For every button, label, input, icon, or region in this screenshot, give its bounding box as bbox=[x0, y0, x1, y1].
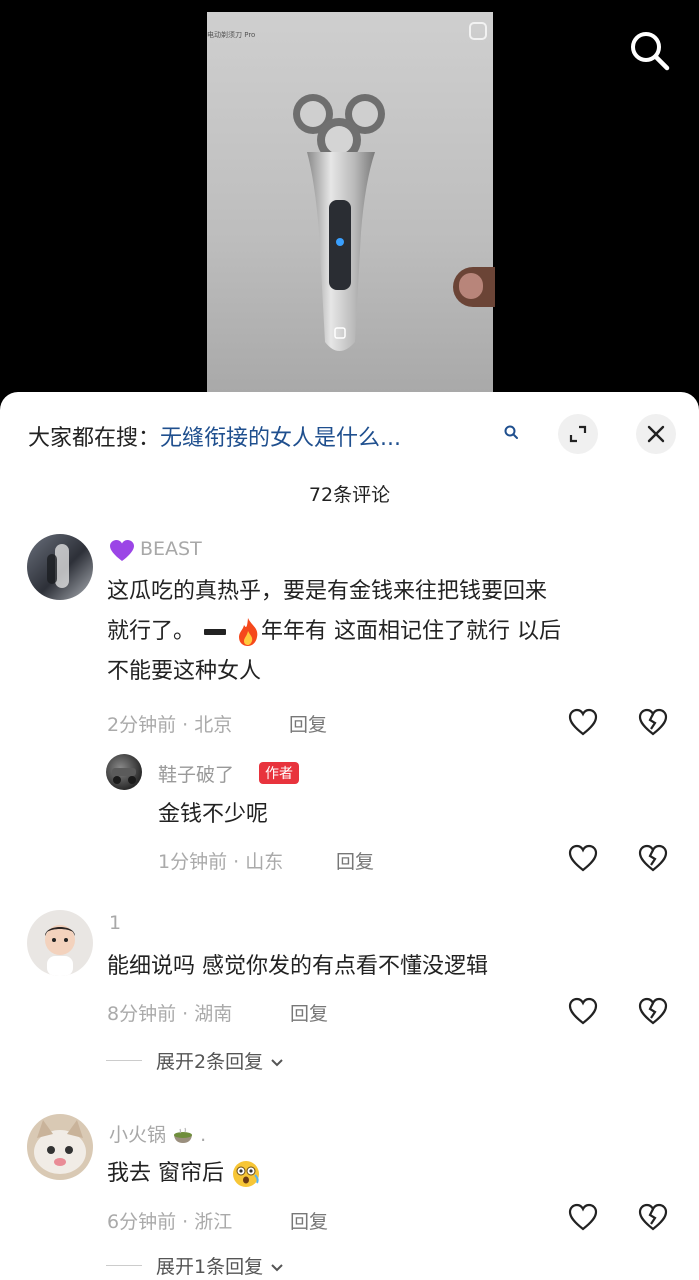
commenter-name[interactable]: 1 bbox=[109, 912, 121, 934]
video-frame: 电动剃须刀 Pro bbox=[207, 12, 495, 392]
reply-button[interactable]: 回复 bbox=[290, 1207, 328, 1234]
broken-heart-icon[interactable] bbox=[638, 1203, 668, 1231]
video-caption: 电动剃须刀 Pro bbox=[207, 31, 256, 39]
hand-thumb-image bbox=[453, 267, 495, 307]
expand-sheet-button[interactable] bbox=[558, 414, 598, 454]
commenter-name[interactable]: 小火锅 . bbox=[109, 1120, 206, 1147]
reply-button[interactable]: 回复 bbox=[289, 710, 327, 737]
hot-search-term[interactable]: 无缝衔接的女人是什么... bbox=[160, 426, 401, 451]
search-button[interactable] bbox=[627, 28, 673, 74]
commenter-name-text: 小火锅 bbox=[109, 1124, 167, 1146]
hotpot-bowl-icon bbox=[174, 1127, 193, 1143]
shaver-image bbox=[293, 94, 385, 351]
heart-icon[interactable] bbox=[568, 708, 598, 736]
shocked-face-icon bbox=[233, 1161, 259, 1187]
video-player[interactable]: 电动剃须刀 Pro bbox=[0, 0, 699, 420]
hot-search-bar[interactable]: 大家都在搜：无缝衔接的女人是什么... bbox=[28, 420, 401, 452]
comment-meta: 8分钟前 · 湖南 bbox=[107, 1003, 233, 1025]
comment-line-part: 年年有 这面相记住了就行 以后 bbox=[261, 619, 562, 644]
comment-text: 我去 窗帘后 bbox=[107, 1154, 261, 1194]
comment-line: 就行了。 年年有 这面相记住了就行 以后 bbox=[107, 612, 667, 652]
comment-line-part: 就行了。 bbox=[107, 619, 196, 644]
reply-author-name[interactable]: 鞋子破了 bbox=[158, 760, 234, 787]
divider bbox=[106, 1265, 142, 1266]
brand-logo-icon bbox=[469, 22, 487, 40]
avatar-photo bbox=[34, 1120, 86, 1174]
heart-icon[interactable] bbox=[568, 844, 598, 872]
search-icon bbox=[631, 32, 670, 71]
close-icon bbox=[647, 425, 665, 443]
broken-heart-icon[interactable] bbox=[638, 708, 668, 736]
commenter-name-suffix: . bbox=[200, 1124, 207, 1146]
expand-replies-button[interactable]: 展开2条回复 bbox=[156, 1047, 285, 1074]
expand-replies-label: 展开1条回复 bbox=[156, 1256, 264, 1278]
expand-icon bbox=[569, 425, 587, 443]
comment-meta: 2分钟前 · 北京 bbox=[107, 714, 233, 736]
avatar[interactable] bbox=[27, 910, 93, 976]
divider bbox=[106, 1060, 142, 1061]
avatar-photo bbox=[112, 768, 136, 784]
chevron-down-icon bbox=[271, 1058, 283, 1066]
fire-icon bbox=[239, 618, 258, 646]
broken-heart-icon[interactable] bbox=[638, 997, 668, 1025]
reply-button[interactable]: 回复 bbox=[290, 999, 328, 1026]
chevron-down-icon bbox=[271, 1263, 283, 1271]
comment-line: 这瓜吃的真热乎，要是有金钱来往把钱要回来 bbox=[107, 579, 548, 604]
author-badge: 作者 bbox=[259, 762, 299, 784]
expand-replies-button[interactable]: 展开1条回复 bbox=[156, 1252, 285, 1279]
avatar[interactable] bbox=[27, 534, 93, 600]
comment-count: 72条评论 bbox=[308, 484, 391, 506]
comment-line-part: 我去 窗帘后 bbox=[107, 1161, 224, 1186]
avatar-photo bbox=[45, 925, 75, 976]
purple-heart-icon bbox=[110, 540, 134, 561]
reply-text: 金钱不少呢 bbox=[158, 802, 269, 827]
dash-icon bbox=[204, 629, 227, 635]
reply-meta: 1分钟前 · 山东 bbox=[158, 851, 284, 873]
comment-line: 不能要这种女人 bbox=[107, 659, 262, 684]
close-button[interactable] bbox=[636, 414, 676, 454]
broken-heart-icon[interactable] bbox=[638, 844, 668, 872]
heart-icon[interactable] bbox=[568, 1203, 598, 1231]
comment-text: 这瓜吃的真热乎，要是有金钱来往把钱要回来 就行了。 年年有 这面相记住了就行 以… bbox=[107, 572, 667, 692]
reply-button[interactable]: 回复 bbox=[336, 847, 374, 874]
search-icon[interactable] bbox=[503, 424, 519, 440]
comment-text: 能细说吗 感觉你发的有点看不懂没逻辑 bbox=[107, 954, 488, 979]
expand-replies-label: 展开2条回复 bbox=[156, 1051, 264, 1073]
avatar[interactable] bbox=[106, 754, 142, 790]
comment-meta: 6分钟前 · 浙江 bbox=[107, 1211, 233, 1233]
hot-search-prefix: 大家都在搜： bbox=[28, 426, 161, 451]
commenter-name[interactable]: BEAST bbox=[140, 538, 202, 560]
heart-icon[interactable] bbox=[568, 997, 598, 1025]
avatar-photo bbox=[47, 544, 69, 588]
comment-sheet: 大家都在搜：无缝衔接的女人是什么... 72条评论 BEAST 这瓜吃的真热乎，… bbox=[0, 392, 699, 1280]
avatar[interactable] bbox=[27, 1114, 93, 1180]
